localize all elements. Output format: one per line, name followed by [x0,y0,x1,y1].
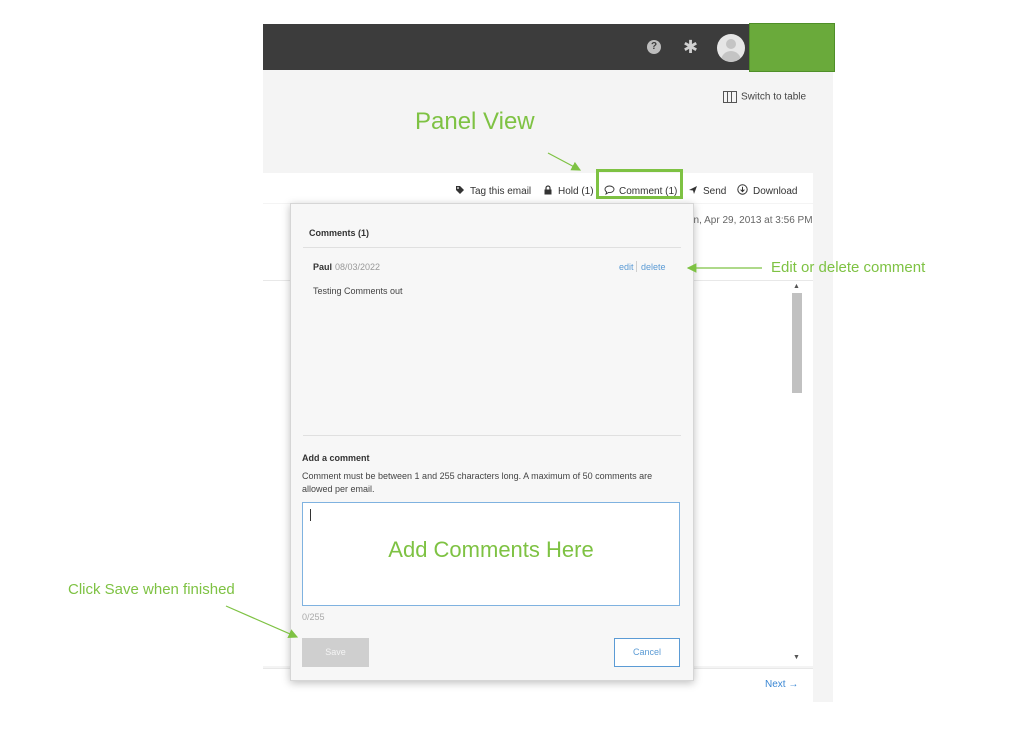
arrow-save [225,605,299,639]
annotation-arrows [225,152,762,639]
arrow-panel-view [547,152,582,171]
